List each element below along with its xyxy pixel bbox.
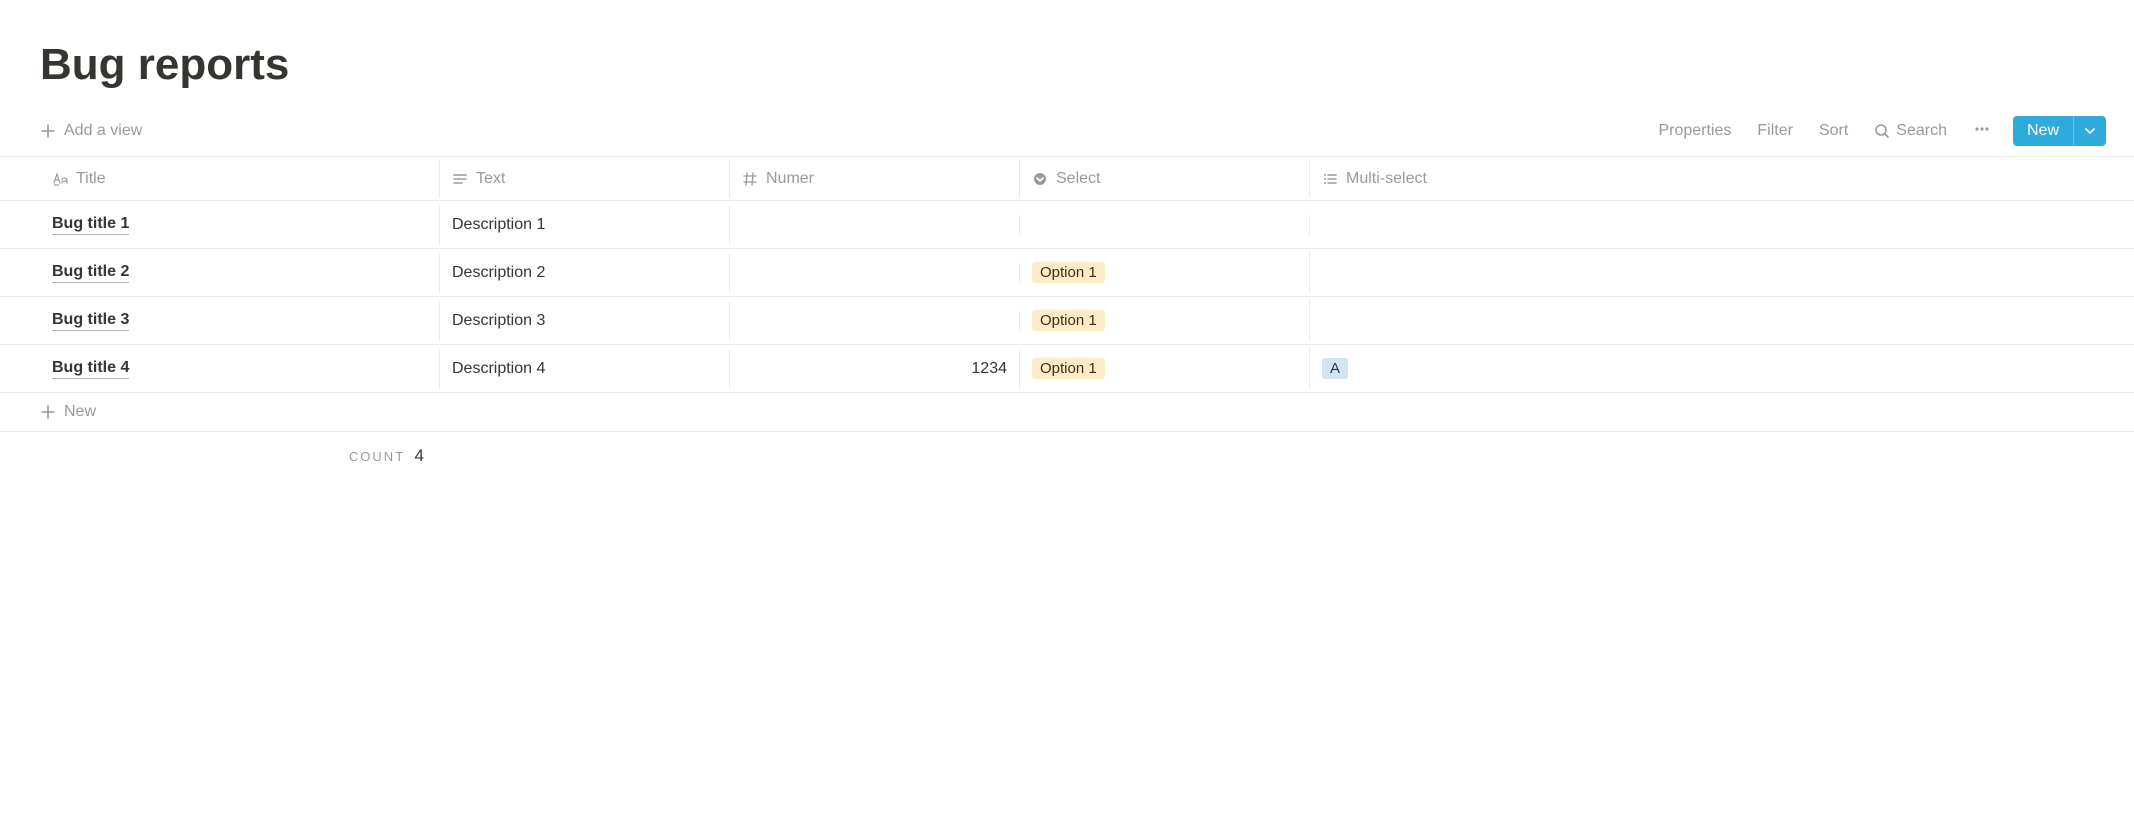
new-row-button[interactable]: New — [0, 393, 2134, 432]
title-text: Bug title 4 — [52, 359, 129, 379]
add-view-button[interactable]: Add a view — [40, 122, 142, 140]
plus-icon — [40, 404, 56, 420]
text-value: Description 2 — [452, 264, 545, 282]
column-header-number[interactable]: Numer — [730, 160, 1020, 198]
cell-text[interactable]: Description 3 — [440, 302, 730, 340]
text-value: Description 3 — [452, 312, 545, 330]
chevron-down-icon — [2084, 125, 2096, 137]
multiselect-prop-icon — [1322, 171, 1338, 187]
title-prop-icon — [52, 171, 68, 187]
new-button-dropdown[interactable] — [2073, 116, 2106, 146]
title-text: Bug title 1 — [52, 215, 129, 235]
cell-number[interactable] — [730, 311, 1020, 331]
page-title: Bug reports — [0, 40, 2134, 110]
cell-text[interactable]: Description 4 — [440, 350, 730, 388]
cell-multiselect[interactable] — [1310, 311, 2134, 331]
toolbar: Add a view Properties Filter Sort Search… — [0, 110, 2134, 156]
table-row[interactable]: Bug title 3 Description 3 Option 1 — [0, 297, 2134, 345]
new-row-label: New — [64, 403, 96, 421]
select-tag: Option 1 — [1032, 262, 1105, 283]
column-title-label: Title — [76, 170, 106, 188]
column-header-title[interactable]: Title — [40, 160, 440, 198]
text-value: Description 1 — [452, 216, 545, 234]
search-icon — [1874, 123, 1890, 139]
new-button-group: New — [2013, 116, 2106, 146]
number-prop-icon — [742, 171, 758, 187]
column-header-text[interactable]: Text — [440, 160, 730, 198]
cell-multiselect[interactable] — [1310, 263, 2134, 283]
column-number-label: Numer — [766, 170, 814, 188]
cell-select[interactable]: Option 1 — [1020, 348, 1310, 389]
title-text: Bug title 2 — [52, 263, 129, 283]
title-text: Bug title 3 — [52, 311, 129, 331]
cell-number[interactable] — [730, 263, 1020, 283]
new-button[interactable]: New — [2013, 116, 2073, 146]
cell-title[interactable]: Bug title 1 — [40, 205, 440, 245]
cell-multiselect[interactable]: A — [1310, 348, 2134, 389]
add-view-label: Add a view — [64, 122, 142, 140]
count-label: COUNT — [349, 449, 405, 464]
text-prop-icon — [452, 171, 468, 187]
cell-select[interactable] — [1020, 215, 1310, 235]
cell-select[interactable]: Option 1 — [1020, 252, 1310, 293]
plus-icon — [40, 123, 56, 139]
count-aggregate[interactable]: COUNT 4 — [40, 446, 440, 466]
cell-select[interactable]: Option 1 — [1020, 300, 1310, 341]
text-value: Description 4 — [452, 360, 545, 378]
column-header-select[interactable]: Select — [1020, 160, 1310, 198]
more-options-button[interactable] — [1969, 120, 1995, 143]
table-footer: COUNT 4 — [0, 432, 2134, 466]
database-table: Title Text Numer Select Multi-select Bug — [0, 156, 2134, 432]
cell-number[interactable]: 1234 — [730, 350, 1020, 388]
select-tag: Option 1 — [1032, 310, 1105, 331]
number-value: 1234 — [971, 360, 1007, 378]
table-row[interactable]: Bug title 2 Description 2 Option 1 — [0, 249, 2134, 297]
table-row[interactable]: Bug title 1 Description 1 — [0, 201, 2134, 249]
select-prop-icon — [1032, 171, 1048, 187]
table-row[interactable]: Bug title 4 Description 4 1234 Option 1 … — [0, 345, 2134, 393]
search-button[interactable]: Search — [1870, 120, 1951, 142]
cell-multiselect[interactable] — [1310, 215, 2134, 235]
cell-number[interactable] — [730, 215, 1020, 235]
cell-title[interactable]: Bug title 3 — [40, 301, 440, 341]
multiselect-tag: A — [1322, 358, 1348, 379]
sort-button[interactable]: Sort — [1815, 120, 1852, 142]
cell-text[interactable]: Description 1 — [440, 206, 730, 244]
column-multiselect-label: Multi-select — [1346, 170, 1427, 188]
properties-button[interactable]: Properties — [1654, 120, 1735, 142]
more-horizontal-icon — [1973, 120, 1991, 138]
cell-title[interactable]: Bug title 2 — [40, 253, 440, 293]
count-value: 4 — [415, 446, 424, 465]
filter-button[interactable]: Filter — [1753, 120, 1797, 142]
cell-title[interactable]: Bug title 4 — [40, 349, 440, 389]
column-select-label: Select — [1056, 170, 1100, 188]
table-header-row: Title Text Numer Select Multi-select — [0, 157, 2134, 201]
select-tag: Option 1 — [1032, 358, 1105, 379]
search-label: Search — [1896, 122, 1947, 140]
column-text-label: Text — [476, 170, 505, 188]
cell-text[interactable]: Description 2 — [440, 254, 730, 292]
column-header-multiselect[interactable]: Multi-select — [1310, 160, 2134, 198]
